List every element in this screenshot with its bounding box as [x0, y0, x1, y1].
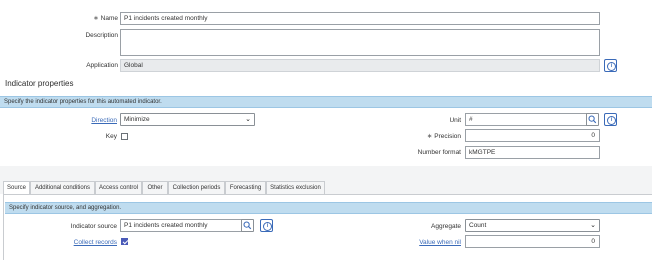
indicator-source-input[interactable]: P1 incidents created monthly — [120, 219, 242, 232]
search-icon — [243, 221, 252, 230]
collect-records-link[interactable]: Collect records — [74, 239, 117, 246]
aggregate-label: Aggregate — [431, 223, 461, 230]
value-when-nil-input[interactable]: 0 — [465, 235, 600, 248]
tab-collection-periods[interactable]: Collection periods — [168, 181, 225, 194]
required-indicator: ∗ — [426, 133, 433, 140]
tab-access-control[interactable]: Access control — [95, 181, 142, 194]
collect-records-label[interactable]: Collect records — [50, 238, 117, 247]
source-banner: Specify indicator source, and aggregatio… — [5, 202, 652, 214]
application-label: Application — [86, 62, 118, 69]
chevron-down-icon: ⌄ — [245, 116, 251, 123]
key-checkbox[interactable] — [121, 133, 128, 140]
name-input[interactable]: P1 incidents created monthly — [120, 12, 600, 25]
key-label: Key — [105, 133, 117, 140]
indicator-source-label: Indicator source — [70, 223, 117, 230]
unit-input[interactable]: # — [465, 113, 587, 126]
indicator-source-info-button[interactable]: i — [260, 219, 273, 232]
indicator-source-search-button[interactable] — [241, 219, 254, 232]
description-textarea[interactable] — [120, 29, 600, 56]
application-field: Global — [120, 59, 600, 72]
application-info-button[interactable]: i — [604, 59, 617, 72]
tab-other[interactable]: Other — [142, 181, 168, 194]
number-format-input[interactable]: kMGTPE — [465, 146, 600, 159]
precision-label: ∗ Precision — [426, 133, 461, 140]
aggregate-selected-value: Count — [469, 222, 487, 229]
name-label: ∗ Name — [93, 15, 118, 22]
collect-records-checkbox[interactable] — [121, 238, 128, 245]
precision-input[interactable]: 0 — [465, 129, 600, 142]
tab-forecasting[interactable]: Forecasting — [225, 181, 266, 194]
properties-banner: Specify the indicator properties for thi… — [0, 96, 652, 108]
direction-select[interactable]: Minimize ⌄ — [120, 113, 255, 126]
search-icon — [588, 115, 597, 124]
info-icon: i — [263, 222, 272, 231]
unit-search-button[interactable] — [586, 113, 599, 126]
description-label: Description — [85, 32, 118, 39]
unit-label: Unit — [449, 117, 461, 124]
direction-label[interactable]: Direction — [60, 116, 117, 125]
tab-additional-conditions[interactable]: Additional conditions — [30, 181, 95, 194]
required-indicator: ∗ — [93, 15, 99, 22]
number-format-label: Number format — [417, 149, 461, 156]
unit-info-button[interactable]: i — [604, 113, 617, 126]
value-when-nil-link[interactable]: Value when nil — [419, 239, 461, 246]
value-when-nil-label[interactable]: Value when nil — [390, 238, 461, 247]
section-title: Indicator properties — [5, 79, 74, 88]
tab-source[interactable]: Source — [3, 181, 30, 195]
info-icon: i — [607, 62, 616, 71]
direction-selected-value: Minimize — [124, 116, 150, 123]
chevron-down-icon: ⌄ — [590, 222, 596, 229]
tab-statistics-exclusion[interactable]: Statistics exclusion — [266, 181, 325, 194]
direction-link[interactable]: Direction — [91, 117, 117, 124]
info-icon: i — [607, 116, 616, 125]
aggregate-select[interactable]: Count ⌄ — [465, 219, 600, 232]
